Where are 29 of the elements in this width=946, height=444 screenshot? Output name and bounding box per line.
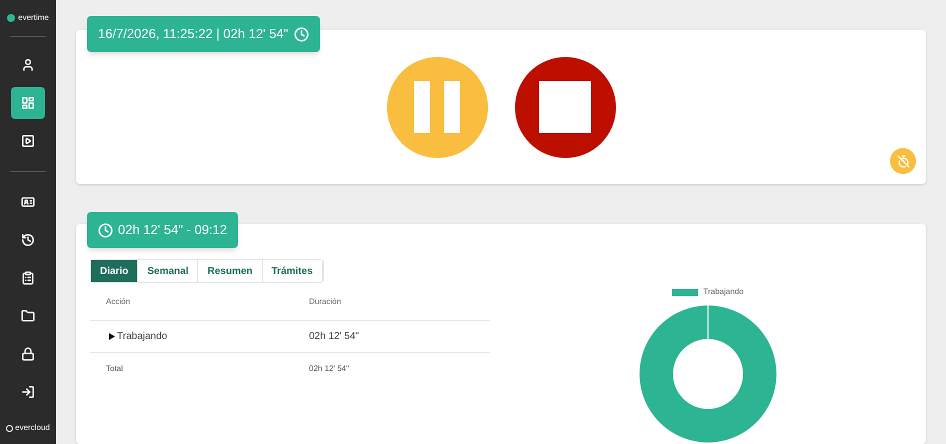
footer-logo-text: evercloud — [15, 422, 50, 434]
login-icon — [21, 385, 35, 399]
column-header: Acción — [105, 296, 132, 308]
stop-icon — [539, 81, 591, 133]
cloud-logo-icon — [6, 424, 14, 432]
column-header: Duración — [309, 296, 342, 308]
timer-off-icon — [896, 154, 910, 168]
logo-icon — [7, 14, 16, 22]
clock-icon — [98, 222, 113, 238]
clock-text: 16/7/2026, 11:25:22 | 02h 12' 54" — [98, 25, 288, 44]
id-card-icon — [21, 195, 35, 209]
total-label: Total — [105, 363, 124, 375]
table-cell-text: Trabajando — [117, 330, 168, 344]
play-square-icon — [21, 134, 35, 148]
table-cell-text: 02h 12' 54" — [309, 330, 359, 344]
folder-icon — [21, 309, 35, 323]
clock-icon — [294, 26, 310, 42]
total-value: 02h 12' 54" — [309, 363, 349, 375]
history-icon — [21, 233, 35, 247]
expand-arrow-icon[interactable] — [109, 333, 115, 340]
legend-label: Trabajando — [703, 286, 744, 298]
tab[interactable]: Diario — [91, 260, 138, 282]
logo-text: evertime — [18, 12, 49, 24]
duration-text: 02h 12' 54" - 09:12 — [118, 221, 228, 240]
pause-icon — [414, 81, 460, 133]
lock-icon — [21, 347, 35, 361]
clipboard-icon — [21, 271, 35, 285]
person-icon — [21, 58, 35, 72]
dashboard-icon — [21, 96, 35, 110]
